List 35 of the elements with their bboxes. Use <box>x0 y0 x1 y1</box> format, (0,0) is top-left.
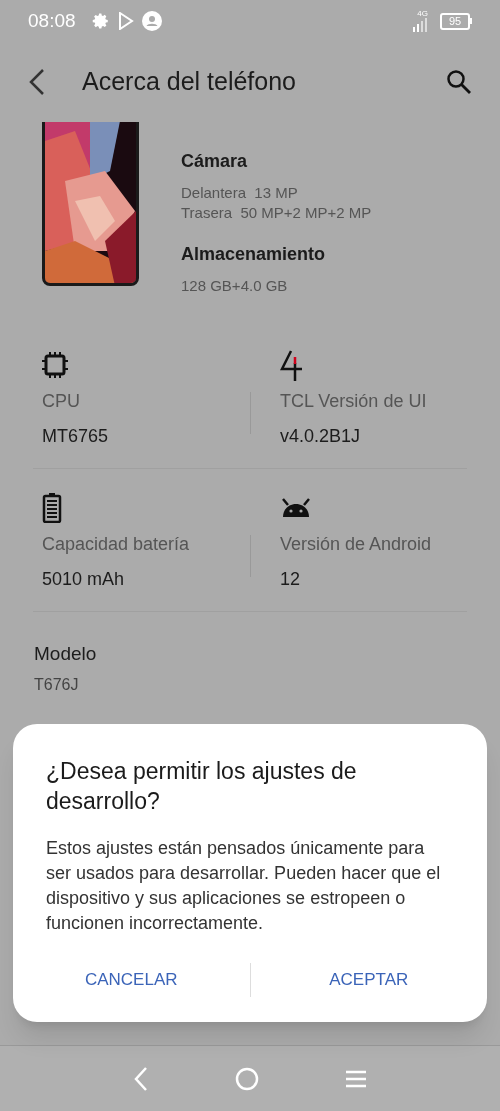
spec-title: Cámara <box>181 150 249 173</box>
spec-title: Almacenamiento <box>181 243 327 266</box>
spec-value: Delantera 13 MP <box>181 183 299 203</box>
account-icon <box>141 11 162 31</box>
dialog-button[interactable]: CANCELAR <box>13 962 250 998</box>
dialog-message: Estos ajustes están pensados únicamente para ser usados para desarrollar. Pueden hacer que el dispositivo y sus aplicaciones se estropeen o funcionen incorrectamente. <box>46 837 442 935</box>
number-four-icon <box>280 349 304 381</box>
tile-value: v4.0.2B1J <box>280 425 362 448</box>
spec-value: Trasera 50 MP+2 MP+2 MP <box>181 203 372 223</box>
play-store-icon <box>117 12 134 30</box>
tile-value: MT6765 <box>42 425 110 448</box>
menu-icon[interactable] <box>345 1069 367 1088</box>
dialog-button[interactable]: ACEPTAR <box>250 962 487 998</box>
search-icon[interactable] <box>446 69 472 95</box>
battery-icon: 95 <box>440 12 472 30</box>
tile-label: TCL Versión de UI <box>280 390 428 413</box>
tile-value: 12 <box>280 568 302 591</box>
spec-value: 128 GB+4.0 GB <box>181 276 289 296</box>
status-time: 08:08 <box>28 8 76 33</box>
page-title: Acerca del teléfono <box>82 66 297 98</box>
gear-icon <box>91 12 110 30</box>
tile-label: CPU <box>42 390 81 413</box>
tile-value: 5010 mAh <box>42 568 126 591</box>
item-value: T676J <box>34 674 80 695</box>
android-icon <box>280 497 312 519</box>
item-title: Modelo <box>34 642 98 666</box>
battery-icon <box>42 493 62 523</box>
network-type: 4G <box>417 10 428 18</box>
dialog-title: ¿Desea permitir los ajustes de desarrollo? <box>46 757 358 816</box>
back-icon[interactable] <box>133 1065 149 1092</box>
home-icon[interactable] <box>235 1066 259 1091</box>
chip-icon <box>42 351 68 379</box>
tile-label: Capacidad batería <box>42 533 191 556</box>
signal-icon <box>412 18 428 32</box>
tile-label: Versión de Android <box>280 533 433 556</box>
